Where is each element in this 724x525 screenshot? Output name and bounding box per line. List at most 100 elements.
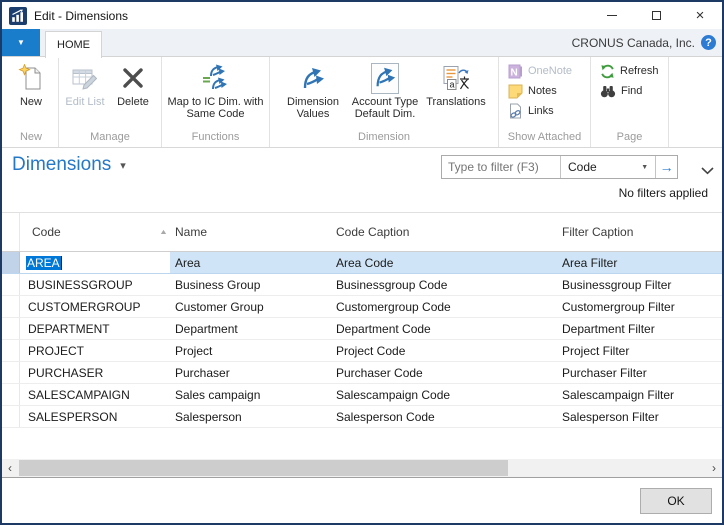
expand-filter-pane-button[interactable] <box>701 162 714 180</box>
row-selector[interactable] <box>2 384 20 405</box>
table-header: Code ▲ Name Code Caption Filter Caption <box>2 212 722 252</box>
links-button[interactable]: Links <box>508 101 572 121</box>
delete-button[interactable]: Delete <box>108 58 158 120</box>
cell-code-caption[interactable]: Customergroup Code <box>332 296 555 317</box>
onenote-button[interactable]: N OneNote <box>508 61 572 81</box>
cell-name[interactable]: Purchaser <box>170 362 332 383</box>
column-header-name[interactable]: Name <box>170 213 332 251</box>
filter-status: No filters applied <box>619 186 708 200</box>
chevron-down-icon <box>701 167 714 175</box>
help-icon[interactable]: ? <box>701 35 716 50</box>
cell-code-caption[interactable]: Purchaser Code <box>332 362 555 383</box>
cell-filter-caption[interactable]: Salesperson Filter <box>555 406 722 427</box>
cell-code-caption[interactable]: Salesperson Code <box>332 406 555 427</box>
row-selector[interactable] <box>2 340 20 361</box>
cell-code-caption[interactable]: Area Code <box>332 252 555 273</box>
row-selector[interactable] <box>2 274 20 295</box>
tab-home[interactable]: HOME <box>45 31 102 58</box>
find-button[interactable]: Find <box>600 81 659 101</box>
table-body: AREA Area Area Code Area Filter BUSINESS… <box>2 252 722 428</box>
window-title: Edit - Dimensions <box>34 9 128 23</box>
scroll-right-button[interactable]: › <box>706 459 722 477</box>
cell-code[interactable]: AREA <box>20 252 170 273</box>
page-title-menu[interactable]: Dimensions ▾ <box>12 154 126 176</box>
cell-name[interactable]: Salesperson <box>170 406 332 427</box>
table-row[interactable]: DEPARTMENT Department Department Code De… <box>2 318 722 340</box>
cell-code-caption[interactable]: Businessgroup Code <box>332 274 555 295</box>
notes-button[interactable]: Notes <box>508 81 572 101</box>
cell-filter-caption[interactable]: Customergroup Filter <box>555 296 722 317</box>
cell-filter-caption[interactable]: Purchaser Filter <box>555 362 722 383</box>
row-selector[interactable] <box>2 406 20 427</box>
page-title: Dimensions <box>12 154 111 176</box>
group-label-new: New <box>5 131 57 147</box>
cell-code-caption[interactable]: Project Code <box>332 340 555 361</box>
cell-name[interactable]: Project <box>170 340 332 361</box>
map-to-ic-dim-button[interactable]: Map to IC Dim. with Same Code <box>167 58 265 120</box>
row-selector[interactable] <box>2 252 20 273</box>
maximize-icon <box>652 11 661 20</box>
cell-code[interactable]: PROJECT <box>20 340 170 361</box>
ok-button[interactable]: OK <box>640 488 712 514</box>
edit-list-button[interactable]: Edit List <box>62 58 108 120</box>
row-selector[interactable] <box>2 318 20 339</box>
group-label-manage: Manage <box>60 131 160 147</box>
horizontal-scrollbar[interactable]: ‹ › <box>2 459 722 477</box>
column-header-code-caption[interactable]: Code Caption <box>332 213 555 251</box>
filter-input[interactable] <box>442 157 560 177</box>
filter-box: Code ▼ → <box>441 155 678 179</box>
filter-field-selector[interactable]: Code ▼ <box>561 160 655 174</box>
cell-code-caption[interactable]: Salescampaign Code <box>332 384 555 405</box>
table-row[interactable]: AREA Area Area Code Area Filter <box>2 252 722 274</box>
dialog-footer: OK <box>2 477 722 523</box>
cell-name[interactable]: Customer Group <box>170 296 332 317</box>
ribbon-group-new: New New <box>4 57 59 147</box>
translations-button[interactable]: a Translations <box>424 58 488 120</box>
dimension-values-button[interactable]: Dimension Values <box>280 58 346 120</box>
minimize-button[interactable] <box>590 2 634 29</box>
cell-filter-caption[interactable]: Salescampaign Filter <box>555 384 722 405</box>
cell-name[interactable]: Business Group <box>170 274 332 295</box>
table-row[interactable]: SALESCAMPAIGN Sales campaign Salescampai… <box>2 384 722 406</box>
edit-list-icon <box>71 60 99 96</box>
cell-name[interactable]: Department <box>170 318 332 339</box>
column-header-code[interactable]: Code ▲ <box>20 213 170 251</box>
cell-code[interactable]: SALESPERSON <box>20 406 170 427</box>
cell-code-caption[interactable]: Department Code <box>332 318 555 339</box>
onenote-icon: N <box>508 64 523 79</box>
application-menu-button[interactable]: ▼ <box>2 29 40 56</box>
cell-filter-caption[interactable]: Department Filter <box>555 318 722 339</box>
cell-code[interactable]: CUSTOMERGROUP <box>20 296 170 317</box>
table-row[interactable]: SALESPERSON Salesperson Salesperson Code… <box>2 406 722 428</box>
table-row[interactable]: BUSINESSGROUP Business Group Businessgro… <box>2 274 722 296</box>
cell-filter-caption[interactable]: Businessgroup Filter <box>555 274 722 295</box>
cell-name[interactable]: Area <box>170 252 332 273</box>
close-button[interactable]: × <box>678 2 722 29</box>
refresh-button[interactable]: Refresh <box>600 61 659 81</box>
apply-filter-button[interactable]: → <box>656 159 677 175</box>
column-header-filter-caption[interactable]: Filter Caption <box>555 213 722 251</box>
scroll-left-button[interactable]: ‹ <box>2 459 18 477</box>
cell-code[interactable]: SALESCAMPAIGN <box>20 384 170 405</box>
new-button[interactable]: New <box>7 58 55 120</box>
cell-code[interactable]: BUSINESSGROUP <box>20 274 170 295</box>
scrollbar-thumb[interactable] <box>19 460 508 476</box>
ribbon-group-page: Refresh Find Page <box>591 57 669 147</box>
account-type-default-dim-button[interactable]: Account Type Default Dim. <box>346 58 424 120</box>
svg-text:N: N <box>511 67 518 78</box>
maximize-button[interactable] <box>634 2 678 29</box>
cell-code[interactable]: PURCHASER <box>20 362 170 383</box>
cell-filter-caption[interactable]: Project Filter <box>555 340 722 361</box>
filter-field-value: Code <box>568 160 597 174</box>
cell-filter-caption[interactable]: Area Filter <box>555 252 722 273</box>
table-row[interactable]: CUSTOMERGROUP Customer Group Customergro… <box>2 296 722 318</box>
cell-name[interactable]: Sales campaign <box>170 384 332 405</box>
group-label-dimension: Dimension <box>271 131 497 147</box>
table-row[interactable]: PROJECT Project Project Code Project Fil… <box>2 340 722 362</box>
row-selector[interactable] <box>2 296 20 317</box>
ribbon: New New <box>2 57 722 148</box>
row-selector[interactable] <box>2 362 20 383</box>
menu-caret-icon: ▼ <box>17 39 25 47</box>
cell-code[interactable]: DEPARTMENT <box>20 318 170 339</box>
table-row[interactable]: PURCHASER Purchaser Purchaser Code Purch… <box>2 362 722 384</box>
